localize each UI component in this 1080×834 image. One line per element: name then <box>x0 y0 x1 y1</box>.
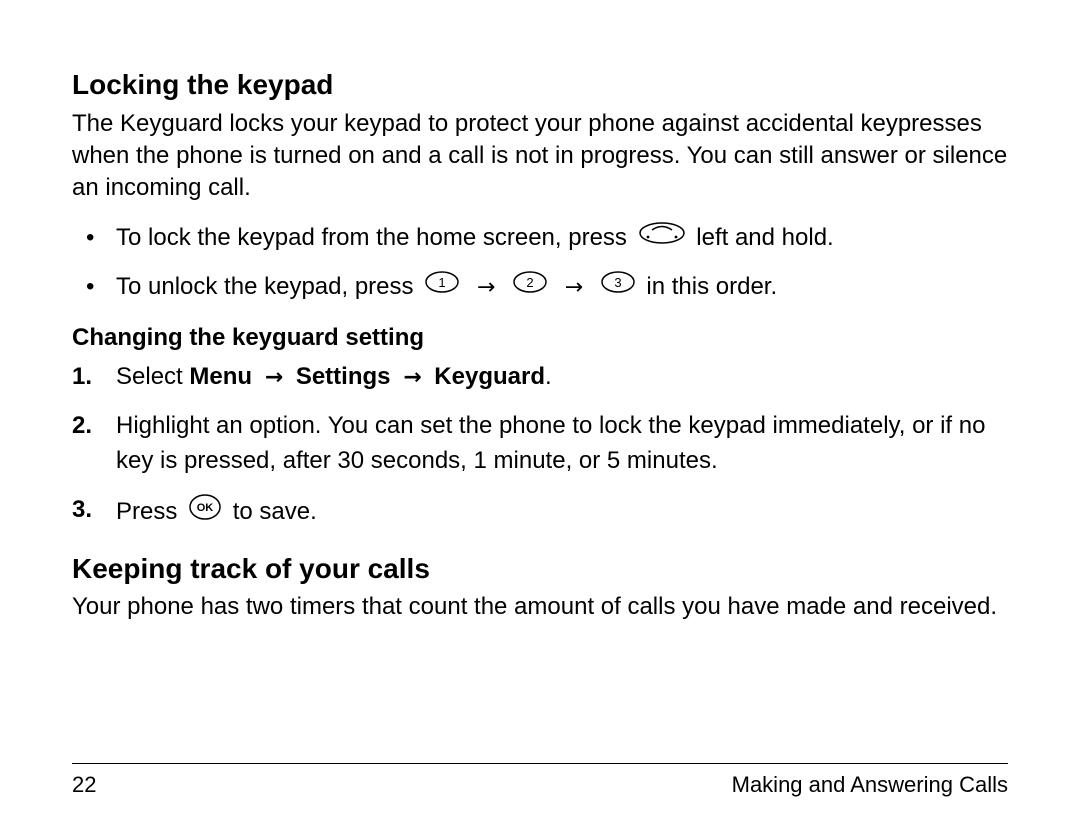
bullet-list: To lock the keypad from the home screen,… <box>72 219 1008 307</box>
key-3-icon: 3 <box>600 268 636 306</box>
ok-key-icon: OK <box>188 493 222 532</box>
step1-keyguard: Keyguard <box>434 363 545 390</box>
page-footer: 22 Making and Answering Calls <box>72 763 1008 798</box>
step-number: 3. <box>72 493 92 528</box>
svg-text:1: 1 <box>439 275 446 290</box>
svg-text:3: 3 <box>614 275 621 290</box>
heading-locking-keypad: Locking the keypad <box>72 68 1008 102</box>
arrow-icon: → <box>265 362 283 394</box>
nav-key-icon <box>638 219 686 257</box>
steps-list: 1. Select Menu → Settings → Keyguard. 2.… <box>72 360 1008 531</box>
step1-settings: Settings <box>296 363 391 390</box>
arrow-icon: → <box>565 270 583 305</box>
svg-text:2: 2 <box>526 275 533 290</box>
intro-locking-keypad: The Keyguard locks your keypad to protec… <box>72 108 1008 205</box>
bullet-lock-pre: To lock the keypad from the home screen,… <box>116 224 634 251</box>
step-2: 2. Highlight an option. You can set the … <box>72 409 1008 479</box>
chapter-title: Making and Answering Calls <box>732 772 1008 798</box>
bullet-unlock-post: in this order. <box>646 273 777 300</box>
step-3: 3. Press OK to save. <box>72 493 1008 532</box>
step-number: 2. <box>72 409 92 444</box>
key-2-icon: 2 <box>512 268 548 306</box>
subheading-keyguard-setting: Changing the keyguard setting <box>72 324 1008 352</box>
bullet-unlock-pre: To unlock the keypad, press <box>116 273 420 300</box>
bullet-lock-post: left and hold. <box>696 224 833 251</box>
step1-pre: Select <box>116 363 189 390</box>
key-1-icon: 1 <box>424 268 460 306</box>
intro-keeping-track: Your phone has two timers that count the… <box>72 591 1008 623</box>
manual-page: Locking the keypad The Keyguard locks yo… <box>0 0 1080 834</box>
arrow-icon: → <box>403 362 421 394</box>
svg-text:OK: OK <box>197 502 214 514</box>
step1-menu: Menu <box>189 363 252 390</box>
step1-period: . <box>545 363 552 390</box>
step3-post: to save. <box>233 498 317 525</box>
arrow-icon: → <box>477 270 495 305</box>
step-number: 1. <box>72 360 92 395</box>
bullet-lock: To lock the keypad from the home screen,… <box>72 219 1008 258</box>
heading-keeping-track: Keeping track of your calls <box>72 552 1008 586</box>
bullet-unlock: To unlock the keypad, press 1 → 2 → 3 <box>72 268 1008 307</box>
step2-text: Highlight an option. You can set the pho… <box>116 412 985 474</box>
step3-pre: Press <box>116 498 184 525</box>
page-number: 22 <box>72 772 96 798</box>
step-1: 1. Select Menu → Settings → Keyguard. <box>72 360 1008 395</box>
